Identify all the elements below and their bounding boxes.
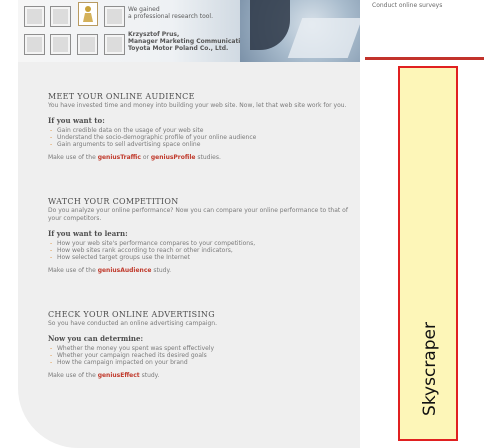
section-footer: Make use of the geniusAudience study. bbox=[48, 267, 172, 274]
list-item: Whether the money you spent was spent ef… bbox=[48, 345, 348, 352]
top-nav-area bbox=[365, 0, 484, 60]
list-item: How the campaign impacted on your brand bbox=[48, 359, 348, 366]
section-intro: You have invested time and money into bu… bbox=[48, 102, 347, 109]
banner-photo bbox=[240, 0, 360, 62]
photo-figure bbox=[250, 0, 290, 50]
quote-author-title: Manager Marketing Communication, bbox=[128, 38, 252, 45]
quote-line: We gained bbox=[128, 6, 160, 13]
list-item: How selected target groups use the Inter… bbox=[48, 254, 348, 261]
tile-icon bbox=[50, 34, 71, 55]
list-item: How web sites rank according to reach or… bbox=[48, 247, 348, 254]
list-item: Gain credible data on the usage of your … bbox=[48, 127, 348, 134]
section-intro: So you have conducted an online advertis… bbox=[48, 320, 218, 327]
genius-effect-link[interactable]: geniusEffect bbox=[98, 372, 140, 379]
section-subtitle: Now you can determine: bbox=[48, 334, 144, 343]
section-title: CHECK YOUR ONLINE ADVERTISING bbox=[48, 310, 215, 319]
quote-author: Krzysztof Prus, bbox=[128, 31, 180, 38]
tile-icon bbox=[104, 6, 125, 27]
quote-line: a professional research tool. bbox=[128, 13, 213, 20]
section-subtitle: If you want to learn: bbox=[48, 229, 128, 238]
skyscraper-label-area: Skyscraper bbox=[400, 309, 460, 429]
section-audience: MEET YOUR ONLINE AUDIENCE You have inves… bbox=[48, 92, 348, 167]
section-footer: Make use of the geniusEffect study. bbox=[48, 372, 160, 379]
bullet-list: Gain credible data on the usage of your … bbox=[48, 127, 348, 148]
section-title: WATCH YOUR COMPETITION bbox=[48, 197, 179, 206]
accent-divider bbox=[365, 57, 484, 60]
person-icon bbox=[78, 2, 98, 26]
genius-traffic-link[interactable]: geniusTraffic bbox=[98, 154, 141, 161]
main-content-column: We gained a professional research tool. … bbox=[18, 0, 360, 448]
section-title: MEET YOUR ONLINE AUDIENCE bbox=[48, 92, 195, 101]
skyscraper-ad[interactable]: Skyscraper bbox=[398, 66, 458, 441]
bullet-list: Whether the money you spent was spent ef… bbox=[48, 345, 348, 366]
tile-icon bbox=[50, 6, 71, 27]
section-footer: Make use of the geniusTraffic or geniusP… bbox=[48, 154, 221, 161]
genius-profile-link[interactable]: geniusProfile bbox=[151, 154, 196, 161]
skyscraper-label: Skyscraper bbox=[420, 322, 440, 416]
quote-author-company: Toyota Motor Poland Co., Ltd. bbox=[128, 45, 229, 52]
list-item: Whether your campaign reached its desire… bbox=[48, 352, 348, 359]
section-advertising: CHECK YOUR ONLINE ADVERTISING So you hav… bbox=[48, 310, 348, 385]
list-item: How your web site's performance compares… bbox=[48, 240, 348, 247]
section-subtitle: If you want to: bbox=[48, 116, 105, 125]
photo-laptop bbox=[287, 18, 360, 58]
conduct-surveys-link[interactable]: Conduct online surveys bbox=[372, 2, 442, 9]
testimonial-banner: We gained a professional research tool. … bbox=[18, 0, 360, 62]
tile-icon bbox=[104, 34, 125, 55]
tile-icon bbox=[24, 34, 45, 55]
section-competition: WATCH YOUR COMPETITION Do you analyze yo… bbox=[48, 197, 348, 280]
tile-icon bbox=[77, 34, 98, 55]
list-item: Understand the socio-demographic profile… bbox=[48, 134, 348, 141]
bullet-list: How your web site's performance compares… bbox=[48, 240, 348, 261]
genius-audience-link[interactable]: geniusAudience bbox=[98, 267, 152, 274]
list-item: Gain arguments to sell advertising space… bbox=[48, 141, 348, 148]
section-intro: Do you analyze your online performance? … bbox=[48, 207, 348, 222]
tile-icon bbox=[24, 6, 45, 27]
